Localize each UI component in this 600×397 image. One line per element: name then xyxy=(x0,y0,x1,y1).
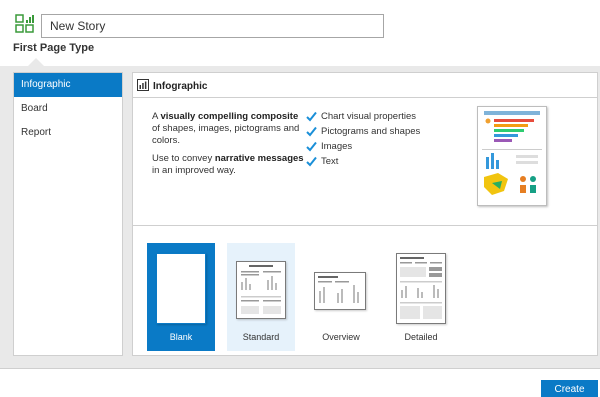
desc-text: in an improved way. xyxy=(152,165,236,176)
template-detailed[interactable]: Detailed xyxy=(387,243,455,351)
checkmark-icon xyxy=(306,126,317,137)
story-name-input[interactable] xyxy=(41,14,384,38)
page-type-panel: Infographic A visually compelling compos… xyxy=(132,72,598,356)
feature-label: Images xyxy=(321,141,353,152)
feature-list: Chart visual properties Pictograms and s… xyxy=(306,109,420,169)
story-chart-icon xyxy=(15,14,35,34)
detailed-page-preview xyxy=(396,253,446,324)
desc-text: of shapes, images, pictograms and colors… xyxy=(152,123,300,146)
panel-title: Infographic xyxy=(153,80,208,92)
template-label: Overview xyxy=(322,332,360,342)
footer: Create xyxy=(0,368,600,397)
checkmark-icon xyxy=(306,111,317,122)
template-label: Detailed xyxy=(404,332,438,342)
panel-header: Infographic xyxy=(137,78,208,94)
section-title: First Page Type xyxy=(13,42,95,54)
feature-item: Images xyxy=(306,139,420,154)
feature-label: Text xyxy=(321,156,339,167)
divider xyxy=(133,225,597,226)
caret-pointer xyxy=(28,58,44,66)
blank-page-preview xyxy=(156,253,206,324)
sidebar-item-report[interactable]: Report xyxy=(14,121,122,145)
checkmark-icon xyxy=(306,141,317,152)
feature-item: Text xyxy=(306,154,420,169)
template-overview[interactable]: Overview xyxy=(307,243,375,351)
template-label: Blank xyxy=(169,332,193,342)
desc-bold-text: narrative messages xyxy=(214,153,304,164)
desc-bold-text: visually compelling composite xyxy=(160,111,299,122)
template-standard[interactable]: Standard xyxy=(227,243,295,351)
feature-item: Chart visual properties xyxy=(306,109,420,124)
divider xyxy=(133,97,597,98)
template-label: Standard xyxy=(242,332,280,342)
checkmark-icon xyxy=(306,156,317,167)
page-type-sidebar: Infographic Board Report xyxy=(13,72,123,356)
template-blank[interactable]: Blank xyxy=(147,243,215,351)
sidebar-item-infographic[interactable]: Infographic xyxy=(14,73,122,97)
feature-label: Pictograms and shapes xyxy=(321,126,421,137)
feature-item: Pictograms and shapes xyxy=(306,124,420,139)
create-button[interactable]: Create xyxy=(541,380,598,397)
type-description: A visually compelling composite of shape… xyxy=(152,111,307,183)
overview-page-preview xyxy=(314,272,366,310)
template-list: Blank Standard Overview Detailed xyxy=(147,243,467,351)
standard-page-preview xyxy=(236,261,286,319)
header: First Page Type xyxy=(0,0,600,66)
infographic-preview-thumbnail xyxy=(477,106,547,206)
desc-text: Use to convey xyxy=(152,153,215,164)
feature-label: Chart visual properties xyxy=(321,111,417,122)
sidebar-item-board[interactable]: Board xyxy=(14,97,122,121)
infographic-icon xyxy=(137,78,149,94)
